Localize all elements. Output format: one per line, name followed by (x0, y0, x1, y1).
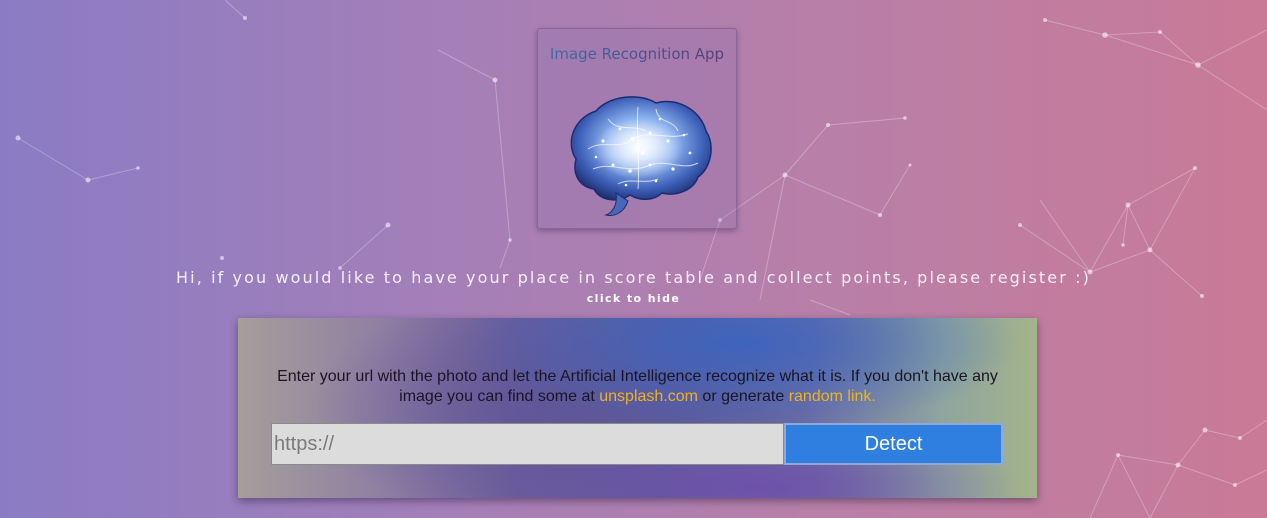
brain-icon (570, 96, 712, 216)
instructions-text: Enter your url with the photo and let th… (268, 367, 1007, 407)
instructions-middle: or generate (697, 388, 789, 405)
hide-banner-link[interactable]: click to hide (0, 292, 1267, 305)
random-link[interactable]: random link. (789, 388, 876, 405)
register-banner: Hi, if you would like to have your place… (176, 268, 1091, 287)
app-title: Image Recognition App (538, 45, 736, 63)
detect-button[interactable]: Detect (784, 423, 1003, 465)
detect-panel: Enter your url with the photo and let th… (238, 318, 1037, 498)
image-url-input[interactable] (271, 423, 784, 465)
unsplash-link[interactable]: unsplash.com (599, 388, 698, 405)
app-logo-card: Image Recognition App (537, 28, 737, 229)
